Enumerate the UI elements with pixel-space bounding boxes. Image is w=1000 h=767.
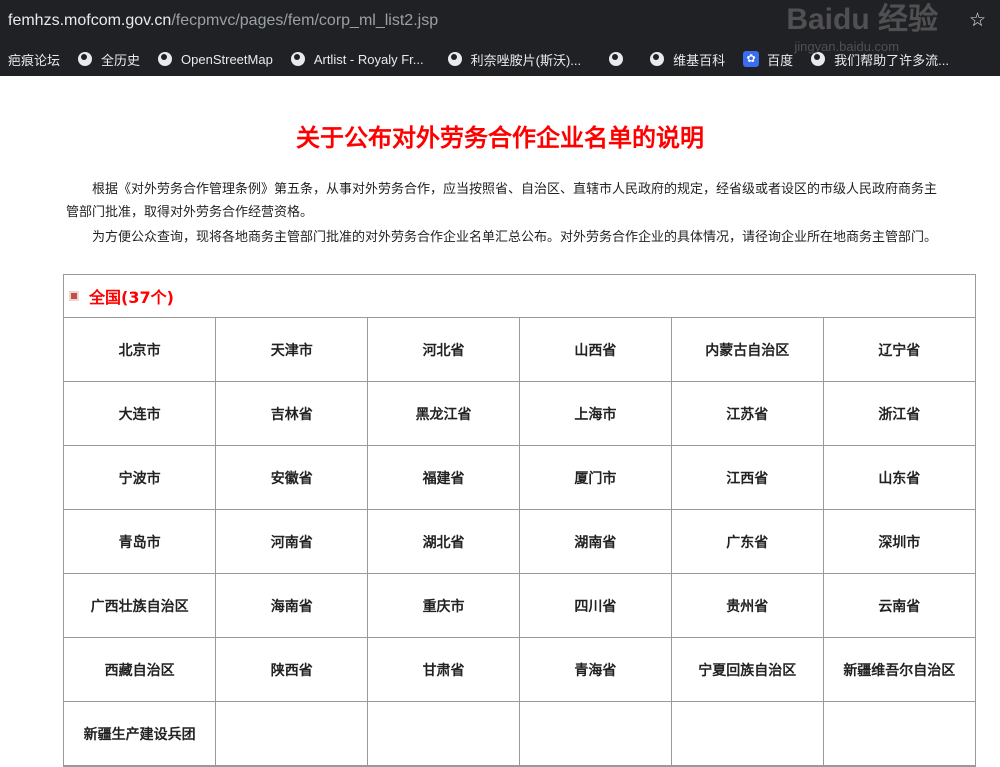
region-link[interactable]: 新疆维吾尔自治区 [822, 637, 975, 702]
region-link[interactable]: 厦门市 [518, 445, 672, 510]
region-link[interactable]: 天津市 [215, 318, 369, 382]
region-link[interactable]: 宁夏回族自治区 [670, 637, 824, 702]
region-link[interactable]: 新疆生产建设兵团 [64, 701, 217, 766]
section-header: 全国(37个) [64, 275, 975, 318]
bookmark-item[interactable]: Artlist - Royaly Fr... [290, 51, 424, 67]
region-link[interactable]: 甘肃省 [367, 637, 520, 702]
url-text[interactable]: femhzs.mofcom.gov.cn/fecpmvc/pages/fem/c… [8, 12, 438, 30]
globe-icon [650, 52, 665, 66]
empty-cell [367, 701, 520, 766]
empty-cell [215, 701, 369, 766]
region-link[interactable]: 深圳市 [822, 509, 975, 574]
region-row: 新疆生产建设兵团 [64, 701, 975, 766]
region-link[interactable]: 北京市 [64, 318, 217, 382]
region-link[interactable]: 黑龙江省 [367, 381, 520, 446]
region-link[interactable]: 贵州省 [670, 573, 824, 638]
baidu-watermark: Baidu 经验 jingyan.baidu.com [786, 0, 938, 56]
region-link[interactable]: 福建省 [367, 445, 520, 510]
region-link[interactable]: 青海省 [518, 637, 672, 702]
region-link[interactable]: 山东省 [822, 445, 975, 510]
region-link[interactable]: 广东省 [670, 509, 824, 574]
globe-icon [290, 52, 305, 66]
globe-icon [609, 52, 624, 66]
region-link[interactable]: 山西省 [518, 318, 672, 382]
region-row: 宁波市 安徽省 福建省 厦门市 江西省 山东省 [64, 445, 975, 510]
bookmark-label: 疤痕论坛 [8, 52, 61, 68]
bookmark-item[interactable]: 全历史 [78, 50, 140, 69]
intro-paragraph: 根据《对外劳务合作管理条例》第五条，从事对外劳务合作，应当按照省、自治区、直辖市… [66, 182, 938, 220]
region-table: 北京市 天津市 河北省 山西省 内蒙古自治区 辽宁省 大连市 吉林省 黑龙江省 上海市 江苏省 浙江省… [64, 318, 975, 766]
bookmark-item[interactable]: 利奈唑胺片(斯沃)... [447, 50, 582, 69]
globe-icon [78, 52, 93, 66]
bookmark-item[interactable]: 维基百科 [650, 50, 725, 69]
region-link[interactable]: 四川省 [518, 573, 672, 638]
url-path: /fecpmvc/pages/fem/corp_ml_list2.jsp [171, 12, 439, 29]
region-link[interactable]: 大连市 [64, 381, 217, 446]
bookmark-label: OpenStreetMap [181, 51, 273, 67]
watermark-url: jingyan.baidu.com [794, 39, 900, 54]
region-link[interactable]: 上海市 [518, 381, 672, 446]
region-link[interactable]: 江西省 [670, 445, 824, 510]
bookmark-star-icon[interactable]: ☆ [969, 9, 986, 31]
watermark-logo-text: Baidu 经验 [786, 3, 938, 36]
bookmark-label: 全历史 [101, 52, 141, 68]
region-link[interactable]: 西藏自治区 [64, 637, 217, 702]
region-link[interactable]: 青岛市 [64, 509, 217, 574]
bookmark-label: 维基百科 [673, 52, 726, 68]
bookmark-item[interactable]: OpenStreetMap [158, 52, 273, 67]
region-link[interactable]: 内蒙古自治区 [670, 318, 824, 382]
empty-cell [822, 701, 975, 766]
empty-cell [670, 701, 824, 766]
bullet-icon [71, 293, 77, 299]
notice-paragraph: 为方便公众查询，现将各地商务主管部门批准的对外劳务合作企业名单汇总公布。对外劳务… [92, 230, 938, 245]
region-row: 广西壮族自治区 海南省 重庆市 四川省 贵州省 云南省 [64, 573, 975, 638]
region-row: 青岛市 河南省 湖北省 湖南省 广东省 深圳市 [64, 509, 975, 574]
region-link[interactable]: 吉林省 [215, 381, 369, 446]
section-heading: 全国(37个) [89, 288, 174, 307]
bookmark-item[interactable]: 疤痕论坛 [8, 50, 60, 69]
bookmark-item[interactable] [609, 52, 632, 66]
region-link[interactable]: 浙江省 [822, 381, 975, 446]
region-link[interactable]: 海南省 [215, 573, 369, 638]
region-list-panel: 全国(37个) 北京市 天津市 河北省 山西省 内蒙古自治区 辽宁省 大连市 吉林省 黑龙江省上… [63, 274, 976, 767]
region-link[interactable]: 宁波市 [64, 445, 217, 510]
region-link[interactable]: 陕西省 [215, 637, 369, 702]
region-link[interactable]: 云南省 [822, 573, 975, 638]
region-link[interactable]: 广西壮族自治区 [64, 573, 217, 638]
bookmark-label: Artlist - Royaly Fr... [313, 51, 424, 67]
region-link[interactable]: 河南省 [215, 509, 369, 574]
region-link[interactable]: 辽宁省 [822, 318, 975, 382]
region-link[interactable]: 湖南省 [518, 509, 672, 574]
region-link[interactable]: 江苏省 [670, 381, 824, 446]
region-link[interactable]: 湖北省 [367, 509, 520, 574]
region-link[interactable]: 重庆市 [367, 573, 520, 638]
globe-icon [447, 52, 462, 66]
region-link[interactable]: 安徽省 [215, 445, 369, 510]
region-row: 西藏自治区 陕西省 甘肃省 青海省 宁夏回族自治区 新疆维吾尔自治区 [64, 637, 975, 702]
url-host: femhzs.mofcom.gov.cn [8, 12, 172, 29]
region-link[interactable]: 河北省 [367, 318, 520, 382]
region-row: 大连市 吉林省 黑龙江省 上海市 江苏省 浙江省 [64, 381, 975, 446]
globe-icon [158, 52, 173, 66]
bookmark-label: 利奈唑胺片(斯沃)... [470, 52, 582, 68]
region-row: 北京市 天津市 河北省 山西省 内蒙古自治区 辽宁省 [64, 318, 975, 382]
paw-icon: ✿ [743, 51, 760, 67]
empty-cell [518, 701, 672, 766]
page-title: 关于公布对外劳务合作企业名单的说明 [296, 124, 704, 152]
